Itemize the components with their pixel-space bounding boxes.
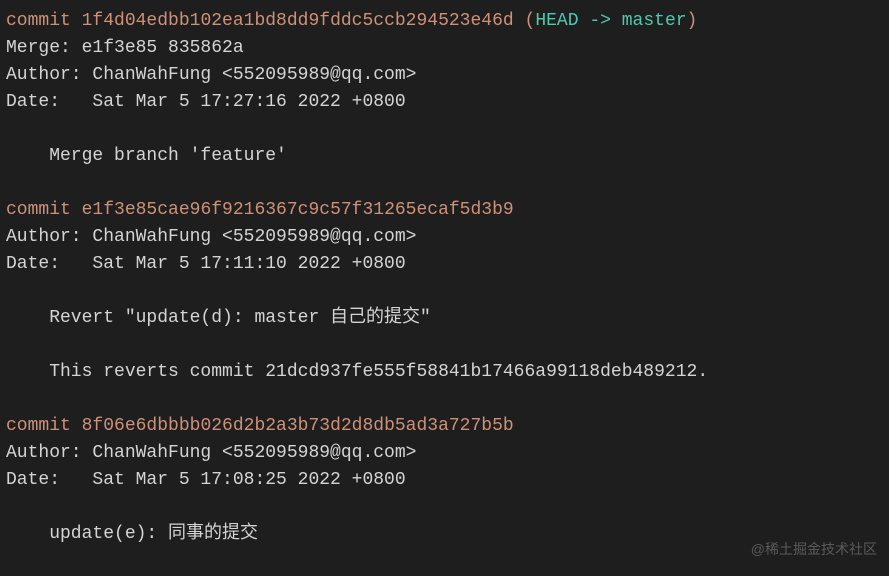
blank-line: [6, 116, 883, 143]
commit-label: commit: [6, 11, 82, 31]
commit-line: commit 8f06e6dbbbb026d2b2a3b73d2d8db5ad3…: [6, 413, 883, 440]
git-log-output: commit 1f4d04edbb102ea1bd8dd9fddc5ccb294…: [6, 8, 883, 548]
commit-label: commit: [6, 200, 82, 220]
ref-open: (: [514, 11, 536, 31]
date-line: Date: Sat Mar 5 17:27:16 2022 +0800: [6, 89, 883, 116]
date-line: Date: Sat Mar 5 17:08:25 2022 +0800: [6, 467, 883, 494]
author-line: Author: ChanWahFung <552095989@qq.com>: [6, 440, 883, 467]
commit-message: Merge branch 'feature': [6, 143, 883, 170]
commit-hash: 8f06e6dbbbb026d2b2a3b73d2d8db5ad3a727b5b: [82, 416, 514, 436]
commit-line: commit 1f4d04edbb102ea1bd8dd9fddc5ccb294…: [6, 8, 883, 35]
blank-line: [6, 278, 883, 305]
commit-message: This reverts commit 21dcd937fe555f58841b…: [6, 359, 883, 386]
date-line: Date: Sat Mar 5 17:11:10 2022 +0800: [6, 251, 883, 278]
commit-hash: e1f3e85cae96f9216367c9c57f31265ecaf5d3b9: [82, 200, 514, 220]
blank-line: [6, 386, 883, 413]
ref-close: ): [687, 11, 698, 31]
commit-message: Revert "update(d): master 自己的提交": [6, 305, 883, 332]
commit-label: commit: [6, 416, 82, 436]
watermark: @稀土掘金技术社区: [751, 539, 877, 560]
blank-line: [6, 170, 883, 197]
author-line: Author: ChanWahFung <552095989@qq.com>: [6, 224, 883, 251]
blank-line: [6, 494, 883, 521]
blank-line: [6, 332, 883, 359]
author-line: Author: ChanWahFung <552095989@qq.com>: [6, 62, 883, 89]
commit-hash: 1f4d04edbb102ea1bd8dd9fddc5ccb294523e46d: [82, 11, 514, 31]
merge-line: Merge: e1f3e85 835862a: [6, 35, 883, 62]
commit-line: commit e1f3e85cae96f9216367c9c57f31265ec…: [6, 197, 883, 224]
head-ref: HEAD ->: [535, 11, 621, 31]
branch-name: master: [622, 11, 687, 31]
